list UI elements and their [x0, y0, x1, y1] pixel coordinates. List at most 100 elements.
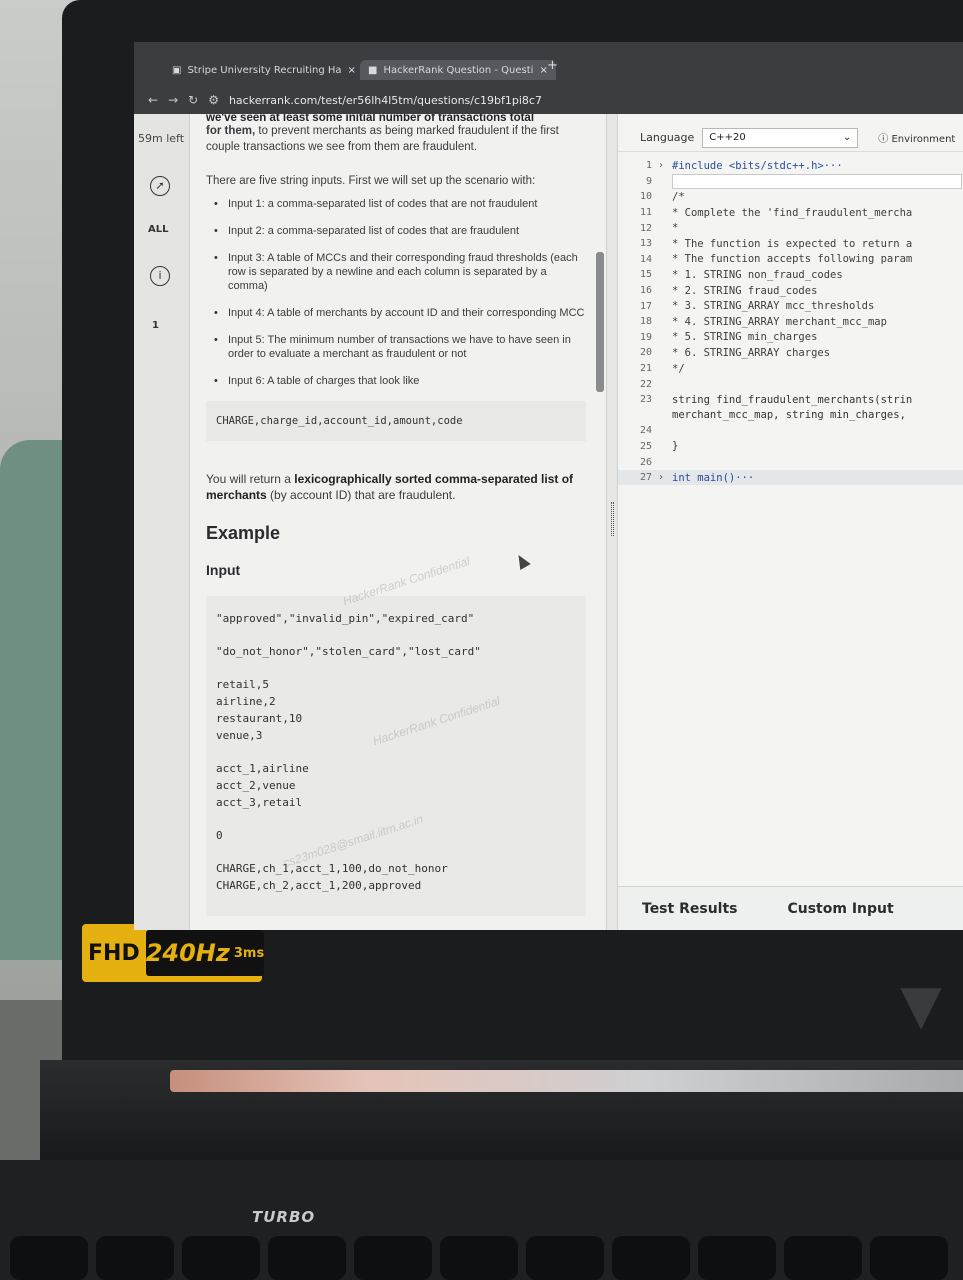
- list-item: Input 3: A table of MCCs and their corre…: [206, 251, 586, 293]
- key: [870, 1236, 948, 1280]
- example-blank-line: [216, 744, 576, 760]
- editor-toolbar: Language C++20 ⌄ ⓘ Environment: [618, 124, 963, 152]
- line-number: 18: [639, 316, 652, 328]
- key: [10, 1236, 88, 1280]
- code-editor-pane: Language C++20 ⌄ ⓘ Environment 1 › #includ…: [618, 114, 963, 930]
- example-line: CHARGE,ch_2,acct_1,200,approved: [216, 879, 422, 892]
- code-text: * 1. STRING non_fraud_codes: [672, 268, 843, 281]
- tab-stripe[interactable]: ▣ Stripe University Recruiting Ha ×: [172, 60, 356, 80]
- tab-label: Stripe University Recruiting Ha: [187, 64, 342, 76]
- code-line[interactable]: 19 * 5. STRING min_charges: [618, 330, 963, 346]
- example-line: "do_not_honor","stolen_card","lost_card": [216, 645, 481, 658]
- code-line[interactable]: 11 * Complete the 'find_fraudulent_merch…: [618, 205, 963, 221]
- inputs-intro: There are five string inputs. First we w…: [206, 175, 536, 187]
- browser-chrome: ▣ Stripe University Recruiting Ha × ■ Ha…: [134, 42, 963, 114]
- list-item: Input 1: a comma-separated list of codes…: [206, 197, 586, 211]
- code-line[interactable]: 20 * 6. STRING_ARRAY charges: [618, 345, 963, 361]
- language-select[interactable]: C++20 ⌄: [702, 127, 859, 148]
- example-blank-line: [216, 844, 576, 860]
- close-icon[interactable]: ×: [348, 65, 356, 76]
- code-text: * 3. STRING_ARRAY mcc_thresholds: [672, 300, 875, 313]
- return-post: (by account ID) that are fraudulent.: [266, 488, 456, 502]
- code-line[interactable]: 26: [618, 454, 963, 470]
- example-line: acct_3,retail: [216, 796, 303, 809]
- environment-label: Environment: [891, 134, 956, 145]
- refresh-rate-box: 240Hz 3ms: [145, 930, 265, 976]
- line-number: 13: [639, 238, 652, 250]
- tab-custom-input[interactable]: Custom Input: [787, 901, 893, 917]
- example-line: CHARGE,ch_1,acct_1,100,do_not_honor: [216, 862, 448, 875]
- code-line[interactable]: 25}: [618, 439, 963, 455]
- code-text: merchant_mcc_map, string min_charges,: [672, 409, 906, 422]
- line-number: 9: [645, 175, 652, 187]
- line-number: 14: [639, 253, 652, 265]
- line-number: 24: [639, 425, 652, 437]
- list-item: Input 4: A table of merchants by account…: [206, 306, 586, 320]
- line-number: 25: [639, 440, 652, 452]
- filter-all[interactable]: ALL: [148, 224, 168, 235]
- tab-hackerrank[interactable]: ■ HackerRank Question - Questi ×: [360, 60, 556, 80]
- turbo-key-label: TURBO: [252, 1208, 316, 1226]
- code-lines[interactable]: 1 › #include <bits/stdc++.h>··· 9 10/* 11 * C…: [618, 158, 963, 486]
- key: [268, 1236, 346, 1280]
- code-line[interactable]: merchant_mcc_map, string min_charges,: [618, 408, 963, 424]
- line-number: 11: [639, 207, 652, 219]
- code-text: #include <bits/stdc++.h>···: [672, 159, 843, 172]
- line-number: 21: [639, 363, 652, 375]
- code-line[interactable]: 12 *: [618, 220, 963, 236]
- code-line[interactable]: 22: [618, 376, 963, 392]
- fhd-sticker: FHD 240Hz 3ms: [82, 924, 265, 982]
- pane-splitter[interactable]: [606, 114, 618, 930]
- code-line[interactable]: 23 string find_fraudulent_merchants(strin: [618, 392, 963, 408]
- key: [440, 1236, 518, 1280]
- reload-icon[interactable]: ↻: [188, 93, 198, 107]
- code-line[interactable]: 9: [618, 173, 963, 190]
- code-line[interactable]: 21 */: [618, 361, 963, 377]
- chevron-down-icon: ⌄: [842, 132, 852, 143]
- back-icon[interactable]: ←: [148, 93, 158, 107]
- url-text[interactable]: hackerrank.com/test/er56lh4l5tm/question…: [229, 94, 542, 107]
- line-number: 20: [639, 347, 652, 359]
- active-line-input[interactable]: [672, 173, 962, 189]
- code-line[interactable]: 18 * 4. STRING_ARRAY merchant_mcc_map: [618, 314, 963, 330]
- key: [354, 1236, 432, 1280]
- drag-handle-icon[interactable]: [611, 502, 614, 536]
- example-line: restaurant,10: [216, 712, 303, 725]
- code-line[interactable]: 14 * The function accepts following para…: [618, 252, 963, 268]
- language-label: Language: [640, 131, 695, 144]
- compass-icon[interactable]: ➚: [150, 176, 170, 196]
- code-line[interactable]: 15 * 1. STRING non_fraud_codes: [618, 267, 963, 283]
- code-line[interactable]: 17 * 3. STRING_ARRAY mcc_thresholds: [618, 298, 963, 314]
- example-blank-line: [216, 660, 576, 676]
- example-line: "approved","invalid_pin","expired_card": [216, 612, 475, 625]
- list-item: Input 5: The minimum number of transacti…: [206, 333, 586, 361]
- forward-icon[interactable]: →: [168, 93, 178, 107]
- code-text: int main()···: [672, 471, 755, 484]
- code-text: string find_fraudulent_merchants(strin: [672, 393, 913, 406]
- code-line[interactable]: 27 › int main()···: [618, 469, 963, 486]
- tab-test-results[interactable]: Test Results: [642, 901, 737, 917]
- code-line[interactable]: 10 /*: [618, 189, 963, 205]
- example-heading: Example: [206, 523, 281, 543]
- info-icon[interactable]: i: [150, 266, 170, 286]
- fold-chevron-icon[interactable]: ›: [658, 160, 672, 171]
- example-line: acct_1,airline: [216, 762, 309, 775]
- code-line[interactable]: 24: [618, 423, 963, 439]
- new-tab-icon[interactable]: +: [547, 58, 558, 73]
- environment-button[interactable]: ⓘ Environment: [878, 130, 955, 145]
- return-pre: You will return a: [206, 472, 295, 486]
- line-number: 17: [639, 300, 652, 312]
- address-bar[interactable]: ← → ↻ ⚙ hackerrank.com/test/er56lh4l5tm/…: [134, 88, 963, 112]
- return-paragraph: You will return a lexicographically sort…: [206, 471, 586, 503]
- code-line[interactable]: 16 * 2. STRING fraud_codes: [618, 283, 963, 299]
- line-number: 10: [639, 191, 652, 203]
- code-line[interactable]: 13 * The function is expected to return …: [618, 236, 963, 252]
- site-settings-icon[interactable]: ⚙: [208, 93, 219, 107]
- code-text: * Complete the 'find_fraudulent_mercha: [672, 206, 913, 219]
- fold-chevron-icon[interactable]: ›: [658, 472, 672, 483]
- code-line[interactable]: 1 › #include <bits/stdc++.h>···: [618, 158, 963, 174]
- line-number: 27: [639, 472, 652, 484]
- problem-scrollbar[interactable]: [596, 252, 604, 392]
- tab-favicon-icon: ■: [368, 64, 378, 76]
- question-number[interactable]: 1: [152, 320, 159, 331]
